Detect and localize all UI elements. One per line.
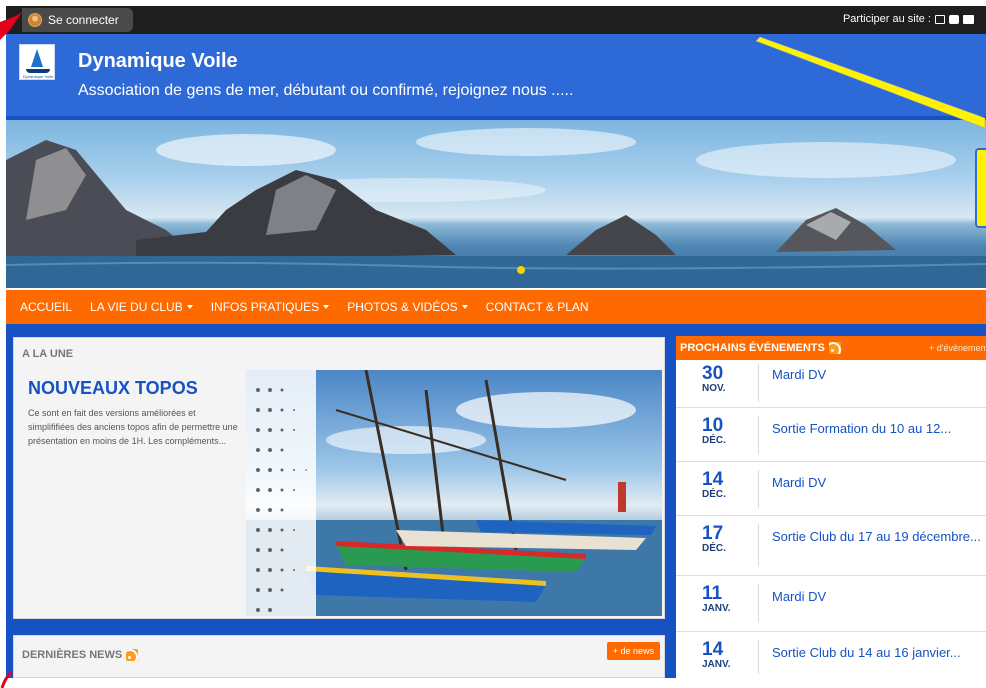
annotation-box xyxy=(975,148,986,228)
event-day: 10 xyxy=(702,415,724,436)
event-item[interactable]: 14 DÉC. Mardi DV xyxy=(676,462,986,516)
site-logo[interactable]: Dynamique Voile xyxy=(19,44,55,80)
nav-item-contact-plan[interactable]: CONTACT & PLAN xyxy=(486,300,589,314)
news-heading: DERNIÈRES NEWS xyxy=(22,649,123,661)
caret-down-icon xyxy=(186,305,193,309)
event-title[interactable]: Sortie Club du 14 au 16 janvier... xyxy=(772,644,986,661)
event-day: 30 xyxy=(702,363,724,384)
event-item[interactable]: 17 DÉC. Sortie Club du 17 au 19 décembre… xyxy=(676,516,986,576)
featured-heading: A LA UNE xyxy=(22,348,74,360)
site-title[interactable]: Dynamique Voile xyxy=(78,50,238,73)
nav-item-accueil[interactable]: ACCUEIL xyxy=(20,300,72,314)
banner-seascape xyxy=(6,128,986,288)
event-date: 11 JANV. xyxy=(702,584,742,614)
event-day: 14 xyxy=(702,469,724,490)
event-day: 17 xyxy=(702,523,724,544)
event-title[interactable]: Mardi DV xyxy=(772,366,986,383)
event-title[interactable]: Sortie Club du 17 au 19 décembre... xyxy=(772,528,986,545)
nav-item-photos-videos[interactable]: PHOTOS & VIDÉOS xyxy=(347,300,468,314)
event-title[interactable]: Mardi DV xyxy=(772,588,986,605)
event-date: 14 DÉC. xyxy=(702,470,742,500)
top-bar-background xyxy=(6,6,986,34)
events-list: 30 NOV. Mardi DV 10 DÉC. Sortie Formatio… xyxy=(676,360,986,678)
event-divider xyxy=(758,524,759,566)
events-heading: PROCHAINS ÉVÉNEMENTS xyxy=(680,342,825,354)
video-icon[interactable] xyxy=(963,14,974,24)
camera-icon[interactable] xyxy=(949,14,959,24)
boats-illustration xyxy=(246,370,662,616)
login-label: Se connecter xyxy=(48,13,119,27)
rss-icon[interactable] xyxy=(828,342,841,354)
event-month: JANV. xyxy=(702,659,731,670)
nav-item-label: CONTACT & PLAN xyxy=(485,300,589,314)
event-item[interactable]: 10 DÉC. Sortie Formation du 10 au 12... xyxy=(676,408,986,462)
event-divider xyxy=(758,416,759,454)
nav-item-label: ACCUEIL xyxy=(20,300,73,314)
sidebar: PROCHAINS ÉVÉNEMENTS + d'évènement 30 NO… xyxy=(668,324,986,678)
featured-title[interactable]: NOUVEAUX TOPOS xyxy=(28,378,198,399)
featured-image[interactable] xyxy=(246,370,662,616)
edit-icon[interactable] xyxy=(935,14,945,24)
more-news-button[interactable]: + de news xyxy=(606,642,660,660)
event-item[interactable]: 30 NOV. Mardi DV xyxy=(676,360,986,408)
nav-item-label: LA VIE DU CLUB xyxy=(90,300,183,314)
featured-excerpt: Ce sont en fait des versions améliorées … xyxy=(28,408,238,446)
news-section: DERNIÈRES NEWS + de news xyxy=(13,635,665,678)
site-slogan: Association de gens de mer, débutant ou … xyxy=(78,82,574,99)
event-date: 17 DÉC. xyxy=(702,524,742,554)
login-button[interactable]: Se connecter xyxy=(22,8,133,32)
logo-text: Dynamique Voile xyxy=(22,74,54,79)
participate-area: Participer au site : xyxy=(843,13,974,25)
events-header: PROCHAINS ÉVÉNEMENTS + d'évènement xyxy=(676,336,986,360)
event-date: 10 DÉC. xyxy=(702,416,742,446)
main-nav: ACCUEIL LA VIE DU CLUB INFOS PRATIQUES P… xyxy=(6,290,986,324)
event-title[interactable]: Sortie Formation du 10 au 12... xyxy=(772,420,986,437)
event-date: 30 NOV. xyxy=(702,364,742,394)
event-divider xyxy=(758,470,759,508)
more-events-link[interactable]: + d'évènement xyxy=(929,343,986,353)
event-divider xyxy=(758,364,759,402)
sail-icon xyxy=(31,49,43,67)
participate-label: Participer au site : xyxy=(842,13,931,25)
event-month: NOV. xyxy=(702,383,726,394)
event-month: DÉC. xyxy=(702,489,726,500)
nav-item-label: INFOS PRATIQUES xyxy=(210,300,320,314)
nav-item-vie-du-club[interactable]: LA VIE DU CLUB xyxy=(90,300,193,314)
event-month: DÉC. xyxy=(702,543,726,554)
event-day: 14 xyxy=(702,639,724,660)
event-day: 11 xyxy=(702,583,723,604)
event-month: JANV. xyxy=(702,603,731,614)
caret-down-icon xyxy=(323,305,330,309)
event-divider xyxy=(758,640,759,674)
top-bar: Se connecter Participer au site : xyxy=(0,0,986,36)
event-date: 14 JANV. xyxy=(702,640,742,670)
banner-image xyxy=(6,120,986,288)
featured-section: A LA UNE NOUVEAUX TOPOS Ce sont en fait … xyxy=(13,337,665,619)
event-item[interactable]: 11 JANV. Mardi DV xyxy=(676,576,986,632)
site-header: Dynamique Voile Dynamique Voile Associat… xyxy=(6,34,986,120)
news-heading-wrap: DERNIÈRES NEWS xyxy=(22,649,139,661)
rss-icon[interactable] xyxy=(126,649,139,661)
user-avatar-icon xyxy=(28,13,42,27)
event-title[interactable]: Mardi DV xyxy=(772,474,986,491)
caret-down-icon xyxy=(461,305,468,309)
main-content: A LA UNE NOUVEAUX TOPOS Ce sont en fait … xyxy=(6,324,668,678)
event-month: DÉC. xyxy=(702,435,726,446)
nav-item-label: PHOTOS & VIDÉOS xyxy=(347,300,458,314)
event-divider xyxy=(758,584,759,622)
nav-item-infos-pratiques[interactable]: INFOS PRATIQUES xyxy=(210,300,330,314)
event-item[interactable]: 14 JANV. Sortie Club du 14 au 16 janvier… xyxy=(676,632,986,678)
hull-shape xyxy=(26,69,50,73)
events-title-wrap: PROCHAINS ÉVÉNEMENTS xyxy=(680,342,841,354)
